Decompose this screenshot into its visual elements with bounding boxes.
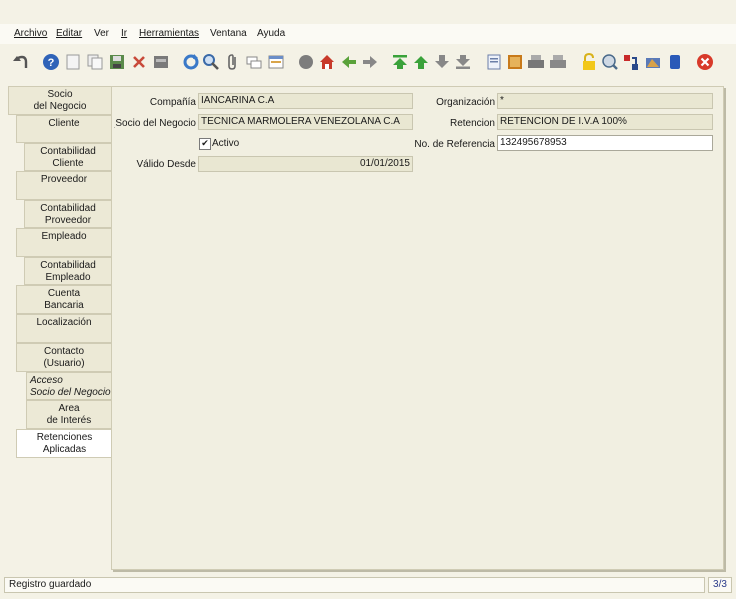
exit-icon[interactable] <box>696 53 714 71</box>
menu-bar: Archivo Editar Ver Ir Herramientas Venta… <box>0 24 736 44</box>
process-icon[interactable] <box>644 53 662 71</box>
tab-cliente[interactable]: Cliente <box>16 115 111 143</box>
archive-icon[interactable] <box>506 53 524 71</box>
valido-label: Válido Desde <box>136 159 196 170</box>
compania-label: Compañía <box>149 97 196 108</box>
tab-cuenta-bancaria[interactable]: Cuenta Bancaria <box>16 285 111 314</box>
tab-contabilidad-cliente[interactable]: Contabilidad Cliente <box>24 143 111 171</box>
tab-empleado[interactable]: Empleado <box>16 228 111 257</box>
tab-contabilidad-empleado[interactable]: Contabilidad Empleado <box>24 257 111 285</box>
retencion-label: Retencion <box>449 118 495 129</box>
report-icon[interactable] <box>297 53 315 71</box>
help-icon[interactable]: ? <box>42 53 60 71</box>
retencion-field[interactable]: RETENCION DE I.V.A 100% <box>497 114 713 130</box>
tab-retenciones-aplicadas[interactable]: Retenciones Aplicadas <box>16 429 112 458</box>
product-icon[interactable] <box>666 53 684 71</box>
compania-field[interactable]: IANCARINA C.A <box>198 93 413 109</box>
attachment-icon[interactable] <box>224 53 242 71</box>
save-icon[interactable] <box>108 53 126 71</box>
activo-checkbox[interactable]: ✔ <box>199 138 211 150</box>
menu-ventana[interactable]: Ventana <box>210 28 247 39</box>
organizacion-field[interactable]: * <box>497 93 713 109</box>
lock-icon[interactable] <box>580 53 598 71</box>
zoom-icon[interactable] <box>601 53 619 71</box>
activo-label: Activo <box>212 138 240 149</box>
menu-ayuda[interactable]: Ayuda <box>257 28 285 39</box>
refresh-icon[interactable] <box>182 53 200 71</box>
tab-acceso-socio-del-negocio[interactable]: Acceso Socio del Negocio <box>26 372 111 400</box>
menu-ir[interactable]: Ir <box>121 28 127 39</box>
svg-text:?: ? <box>48 57 55 69</box>
toolbar: ? <box>0 46 736 78</box>
print-icon[interactable] <box>527 53 545 71</box>
up-icon[interactable] <box>412 53 430 71</box>
first-icon[interactable] <box>391 53 409 71</box>
print-preview-icon[interactable] <box>152 53 170 71</box>
referencia-input[interactable]: 132495678953 <box>497 135 713 151</box>
down-icon[interactable] <box>433 53 451 71</box>
record-pager[interactable]: 3/3 <box>708 577 732 593</box>
undo-icon[interactable] <box>12 53 30 71</box>
valido-field[interactable]: 01/01/2015 <box>198 156 413 172</box>
history-icon[interactable] <box>267 53 285 71</box>
new-icon[interactable] <box>64 53 82 71</box>
back-icon[interactable] <box>340 53 358 71</box>
socio-field[interactable]: TECNICA MARMOLERA VENEZOLANA C.A <box>198 114 413 130</box>
print-all-icon[interactable] <box>549 53 567 71</box>
detail-icon[interactable] <box>485 53 503 71</box>
chat-icon[interactable] <box>245 53 263 71</box>
tab-contabilidad-proveedor[interactable]: Contabilidad Proveedor <box>24 200 111 228</box>
tab-contacto-usuario[interactable]: Contacto (Usuario) <box>16 343 111 372</box>
menu-herramientas[interactable]: Herramientas <box>139 28 199 39</box>
organizacion-label: Organización <box>436 97 495 108</box>
menu-ver[interactable]: Ver <box>94 28 109 39</box>
referencia-label: No. de Referencia <box>414 139 495 150</box>
delete-icon[interactable] <box>130 53 148 71</box>
home-icon[interactable] <box>318 53 336 71</box>
last-icon[interactable] <box>454 53 472 71</box>
menu-archivo[interactable]: Archivo <box>14 28 47 39</box>
find-icon[interactable] <box>202 53 220 71</box>
tab-area-de-interes[interactable]: Area de Interés <box>26 400 111 429</box>
socio-label: SSocio del Negocio <box>115 118 196 129</box>
menu-editar[interactable]: Editar <box>56 28 82 39</box>
status-bar: Registro guardado <box>4 577 705 593</box>
tab-localizacion[interactable]: Localización <box>16 314 111 343</box>
tab-socio-del-negocio[interactable]: Socio del Negocio <box>8 86 111 115</box>
forward-icon[interactable] <box>361 53 379 71</box>
workflow-icon[interactable] <box>622 53 640 71</box>
tab-proveedor[interactable]: Proveedor <box>16 171 111 200</box>
copy-icon[interactable] <box>86 53 104 71</box>
